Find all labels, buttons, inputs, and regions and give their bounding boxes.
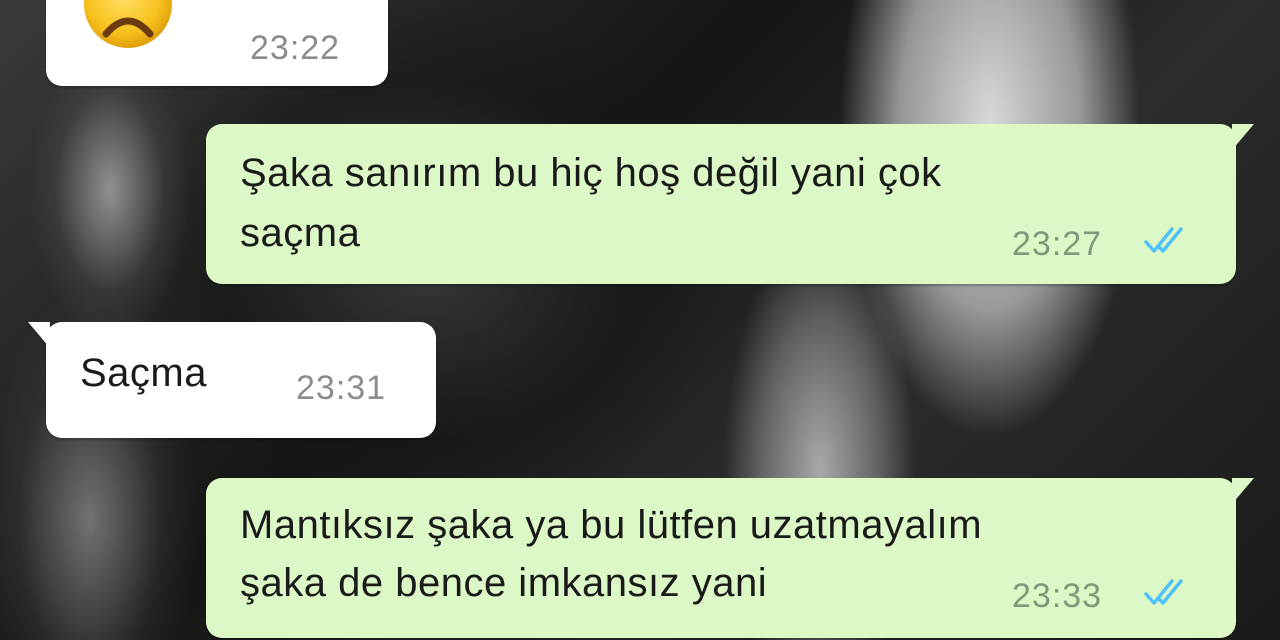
message-bubble-outgoing[interactable]: Mantıksız şaka ya bu lütfen uzatmayalım … (206, 478, 1254, 638)
read-receipt-icon (1144, 579, 1183, 605)
bubble-tail (28, 322, 50, 348)
message-bubble-incoming[interactable]: 23:22 (46, 0, 388, 86)
message-timestamp: 23:27 (1012, 225, 1103, 263)
message-timestamp: 23:33 (1012, 577, 1103, 615)
message-text-line: şaka de bence imkansız yani (240, 561, 768, 605)
frowning-face-emoji-icon (84, 0, 172, 48)
bubble-tail (1232, 124, 1254, 150)
message-text-line: saçma (240, 211, 361, 255)
message-timestamp: 23:31 (296, 369, 387, 407)
message-bubble-incoming[interactable]: Saçma 23:31 (28, 322, 436, 438)
message-text-line: Saçma (80, 351, 207, 395)
message-bubble-outgoing[interactable]: Şaka sanırım bu hiç hoş değil yani çok s… (206, 124, 1254, 284)
message-text-line: Mantıksız şaka ya bu lütfen uzatmayalım (240, 503, 983, 547)
message-text-line: Şaka sanırım bu hiç hoş değil yani çok (240, 151, 942, 195)
chat-screen: 23:22 Şaka sanırım bu hiç hoş değil yani… (0, 0, 1280, 640)
read-receipt-icon (1144, 227, 1183, 253)
bubble-tail (1232, 478, 1254, 504)
message-timestamp: 23:22 (250, 29, 341, 67)
